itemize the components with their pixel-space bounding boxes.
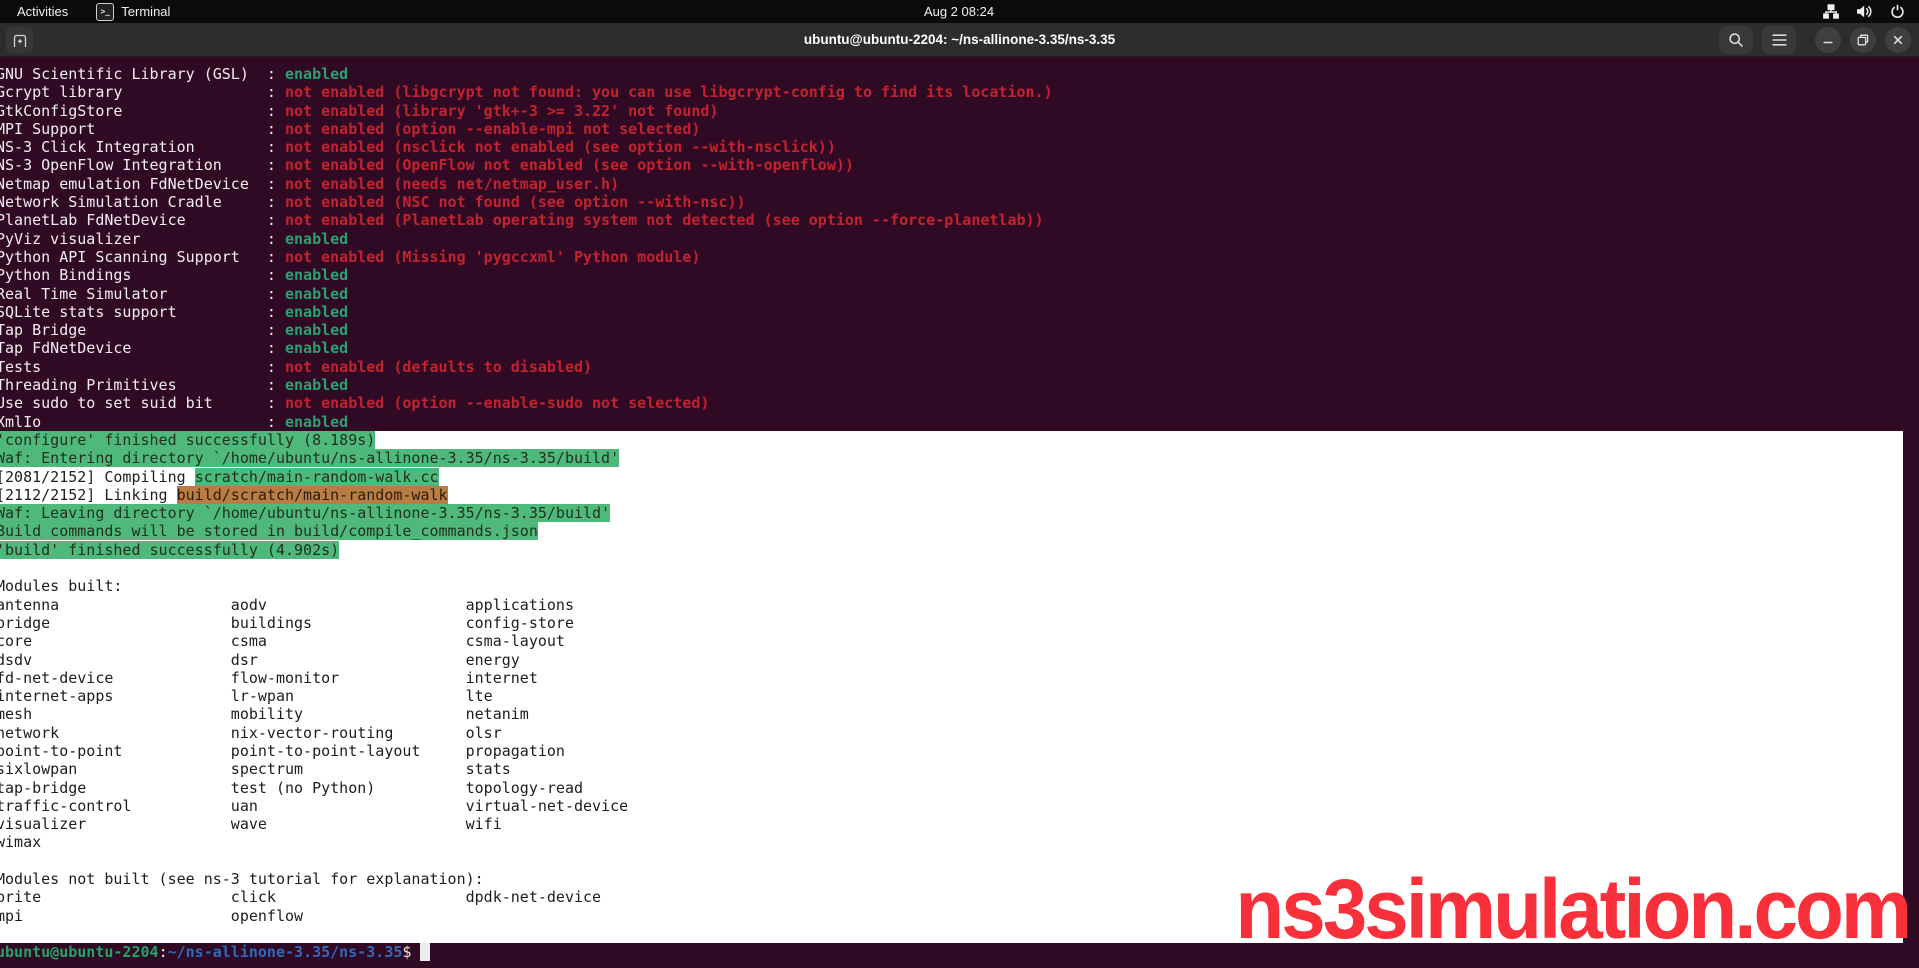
terminal-text-segment: PyViz visualizer :	[0, 230, 285, 248]
terminal-text-segment: enabled	[285, 303, 348, 321]
terminal-text-segment: NS-3 Click Integration :	[0, 138, 285, 156]
terminal-text-segment: Netmap emulation FdNetDevice :	[0, 175, 285, 193]
terminal-text-segment: build/scratch/main-random-walk	[177, 486, 448, 504]
terminal-text-segment: PlanetLab FdNetDevice :	[0, 211, 285, 229]
terminal-text-segment: Build commands will be stored in build/c…	[0, 522, 538, 540]
terminal-text-segment: enabled	[285, 285, 348, 303]
terminal-text-segment: enabled	[285, 376, 348, 394]
terminal-text-segment: Threading Primitives :	[0, 376, 285, 394]
terminal-text-segment: Network Simulation Cradle :	[0, 193, 285, 211]
minimize-button[interactable]	[1815, 27, 1841, 53]
terminal-text-segment: not enabled (PlanetLab operating system …	[285, 211, 1044, 229]
minimize-icon	[1822, 34, 1834, 46]
terminal-text-segment: NS-3 OpenFlow Integration :	[0, 156, 285, 174]
volume-icon	[1856, 4, 1873, 19]
terminal-text-segment: [2112/2152] Linking	[0, 486, 177, 504]
terminal-text-segment: enabled	[285, 266, 348, 284]
system-status-area[interactable]	[994, 4, 1919, 19]
terminal-viewport[interactable]: GNU Scientific Library (GSL) : enabled G…	[0, 57, 1919, 968]
restore-icon	[1857, 34, 1869, 46]
terminal-text-segment: enabled	[285, 230, 348, 248]
terminal-text-segment: GNU Scientific Library (GSL) :	[0, 65, 285, 83]
terminal-text-segment: Real Time Simulator :	[0, 285, 285, 303]
terminal-text-segment: Waf: Leaving directory `/home/ubuntu/ns-…	[0, 504, 610, 522]
terminal-text-segment: not enabled (needs net/netmap_user.h)	[285, 175, 619, 193]
terminal-text-segment: SQLite stats support :	[0, 303, 285, 321]
new-tab-icon	[12, 33, 28, 48]
terminal-text-segment: not enabled (option --enable-sudo not se…	[285, 394, 709, 412]
terminal-text-segment: Python API Scanning Support :	[0, 248, 285, 266]
terminal-text-segment: [2081/2152] Compiling	[0, 468, 195, 486]
terminal-text-segment: Use sudo to set suid bit :	[0, 394, 285, 412]
window-title: ubuntu@ubuntu-2204: ~/ns-allinone-3.35/n…	[0, 23, 1919, 57]
clock[interactable]: Aug 2 08:24	[924, 4, 994, 19]
terminal-text-segment: Waf: Entering directory `/home/ubuntu/ns…	[0, 449, 619, 467]
activities-button[interactable]: Activities	[13, 4, 72, 19]
terminal-text-segment: enabled	[285, 65, 348, 83]
hamburger-menu-icon	[1772, 34, 1787, 46]
terminal-text-segment: not enabled (option --enable-mpi not sel…	[285, 120, 700, 138]
terminal-text-segment: enabled	[285, 413, 348, 431]
configure-summary-output: GNU Scientific Library (GSL) : enabled G…	[0, 57, 1919, 431]
terminal-text-segment: not enabled (OpenFlow not enabled (see o…	[285, 156, 854, 174]
terminal-text-segment: not enabled (defaults to disabled)	[285, 358, 592, 376]
terminal-text-segment: XmlIo :	[0, 413, 285, 431]
topbar-left: Activities >_ Terminal	[0, 3, 924, 21]
terminal-text-segment: enabled	[285, 339, 348, 357]
power-icon	[1890, 4, 1905, 19]
terminal-text-segment: MPI Support :	[0, 120, 285, 138]
gnome-topbar: Activities >_ Terminal Aug 2 08:24	[0, 0, 1919, 23]
terminal-text-segment: not enabled (Missing 'pygccxml' Python m…	[285, 248, 700, 266]
terminal-app-icon: >_	[96, 3, 114, 21]
terminal-text-segment: Tests :	[0, 358, 285, 376]
terminal-text-segment: Tap FdNetDevice :	[0, 339, 285, 357]
terminal-text-segment: scratch/main-random-walk.cc	[195, 468, 439, 486]
terminal-text-segment: not enabled (library 'gtk+-3 >= 3.22' no…	[285, 102, 718, 120]
watermark-text: ns3simulation.com	[1235, 867, 1909, 952]
terminal-text-segment: :	[159, 943, 168, 961]
terminal-text-segment: not enabled (libgcrypt not found: you ca…	[285, 83, 1053, 101]
close-icon	[1892, 34, 1904, 46]
terminal-text-segment: ubuntu@ubuntu-2204	[0, 943, 159, 961]
terminal-text-segment: ~/ns-allinone-3.35/ns-3.35	[168, 943, 403, 961]
new-tab-button[interactable]	[6, 27, 33, 53]
terminal-text-segment: Gcrypt library :	[0, 83, 285, 101]
search-button[interactable]	[1719, 26, 1753, 54]
terminal-text-segment: enabled	[285, 321, 348, 339]
focused-app-menu[interactable]: >_ Terminal	[96, 3, 170, 21]
terminal-text-segment: not enabled (NSC not found (see option -…	[285, 193, 746, 211]
terminal-text-segment: GtkConfigStore :	[0, 102, 285, 120]
network-icon	[1823, 4, 1839, 19]
restore-button[interactable]	[1850, 27, 1876, 53]
terminal-text-segment: 'configure' finished successfully (8.189…	[0, 431, 375, 449]
close-button[interactable]	[1885, 27, 1911, 53]
search-icon	[1728, 32, 1744, 48]
terminal-text-segment: not enabled (nsclick not enabled (see op…	[285, 138, 836, 156]
terminal-text-segment: Tap Bridge :	[0, 321, 285, 339]
terminal-cursor	[420, 943, 429, 961]
focused-app-name: Terminal	[121, 4, 170, 19]
window-controls	[1719, 26, 1911, 54]
terminal-text-segment: Python Bindings :	[0, 266, 285, 284]
terminal-titlebar: ubuntu@ubuntu-2204: ~/ns-allinone-3.35/n…	[0, 23, 1919, 57]
menu-button[interactable]	[1762, 26, 1796, 54]
terminal-text-segment: 'build' finished successfully (4.902s)	[0, 541, 339, 559]
desktop-screen: Activities >_ Terminal Aug 2 08:24	[0, 0, 1919, 968]
